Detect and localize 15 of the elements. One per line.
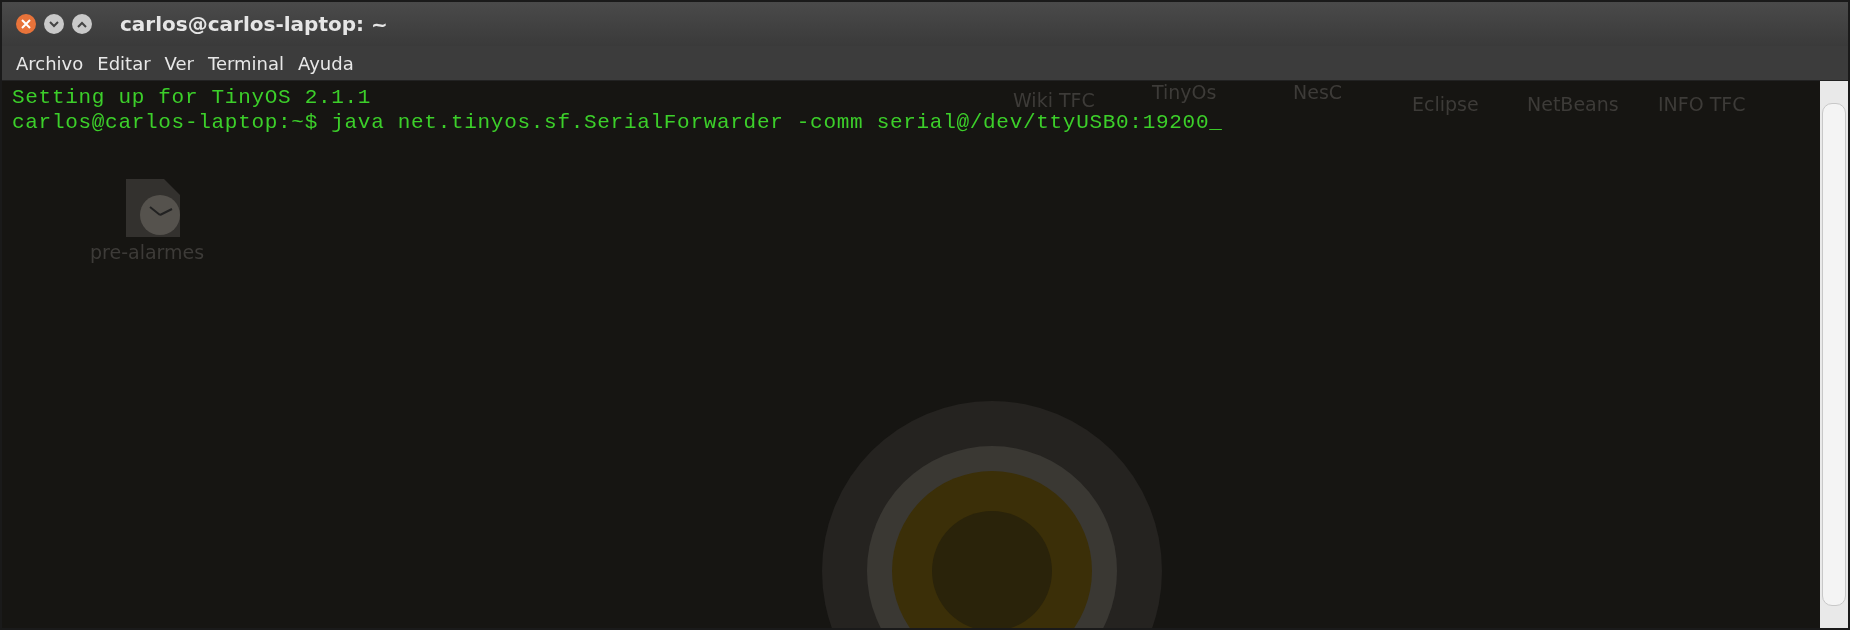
menu-item[interactable]: Ver bbox=[158, 50, 200, 76]
chevron-down-icon bbox=[49, 20, 59, 28]
chevron-up-icon bbox=[77, 20, 87, 28]
close-button[interactable] bbox=[16, 14, 36, 34]
scrollbar[interactable] bbox=[1820, 81, 1848, 628]
menu-item[interactable]: Archivo bbox=[10, 50, 90, 76]
terminal-line: carlos@carlos-laptop:~$ java net.tinyos.sf.SerialForwarder -comm serial@/dev/ttyUSB0:19200_ bbox=[12, 110, 1223, 135]
minimize-button[interactable] bbox=[44, 14, 64, 34]
menu-item[interactable]: Terminal bbox=[202, 50, 291, 76]
maximize-button[interactable] bbox=[72, 14, 92, 34]
menu-item[interactable]: Editar bbox=[91, 50, 157, 76]
menu-item[interactable]: Ayuda bbox=[292, 50, 360, 76]
terminal-line: Setting up for TinyOS 2.1.1 bbox=[12, 85, 372, 110]
window-title: carlos@carlos-laptop: ~ bbox=[120, 12, 388, 36]
close-icon bbox=[21, 19, 31, 29]
